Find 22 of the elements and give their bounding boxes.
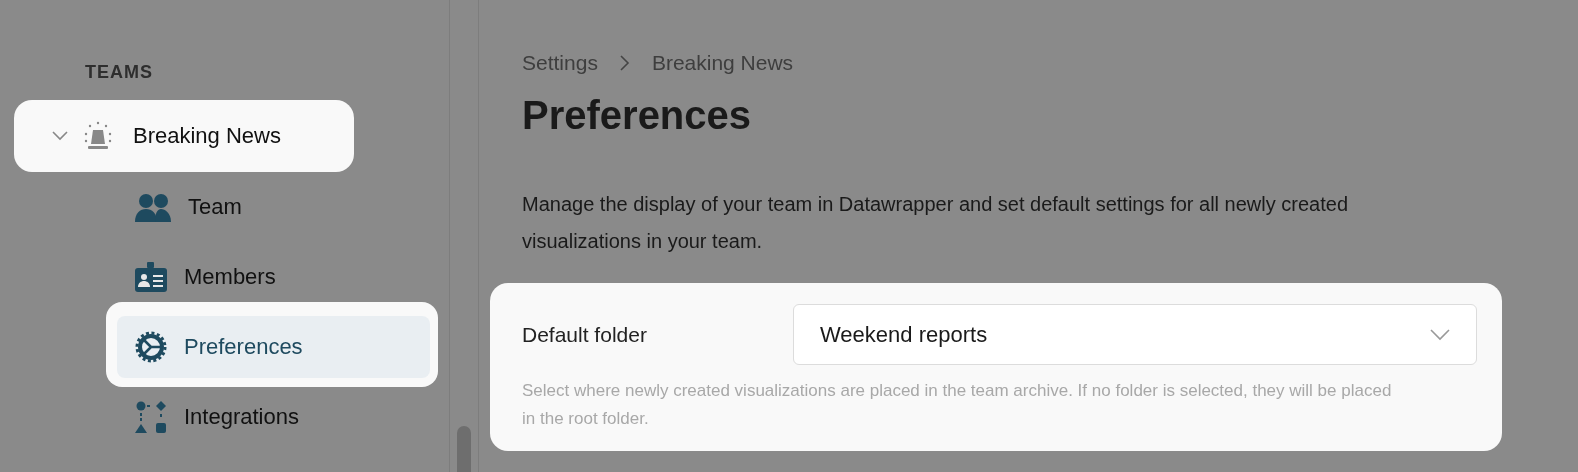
tree-item[interactable]: Breaking News — [14, 100, 354, 172]
flow-diagram-icon — [135, 401, 167, 433]
chevron-down-icon — [1430, 328, 1450, 341]
section-title: TEAMS — [85, 61, 154, 84]
field-label: Default folder — [522, 322, 648, 347]
scrollbar-thumb[interactable] — [457, 426, 471, 472]
folder-select[interactable]: Weekend reports — [793, 304, 1477, 365]
sidebar-item[interactable]: Integrations — [117, 386, 430, 448]
breadcrumb-link[interactable]: Breaking News — [651, 51, 794, 75]
description-text: Manage the display of your team in Datawrapper and set default settings for all newly created visualizations in your team. — [522, 192, 1349, 254]
people-icon — [135, 192, 171, 222]
hint-text: Select where newly created visualizations are placed in the team archive. If no folder is selected, they will be placed in the root folder. — [522, 380, 1393, 430]
chevron-icon — [52, 131, 68, 141]
page-title: Preferences — [522, 92, 753, 139]
id-card-icon — [135, 262, 167, 292]
chevron-right-icon — [619, 55, 630, 71]
siren-icon — [82, 120, 114, 152]
sidebar-item[interactable]: Team — [117, 176, 430, 238]
gear-icon — [135, 331, 167, 363]
sidebar-item[interactable]: Members — [117, 246, 430, 308]
breadcrumb-link[interactable]: Settings — [522, 51, 598, 75]
sidebar-item[interactable]: Preferences — [117, 316, 430, 378]
